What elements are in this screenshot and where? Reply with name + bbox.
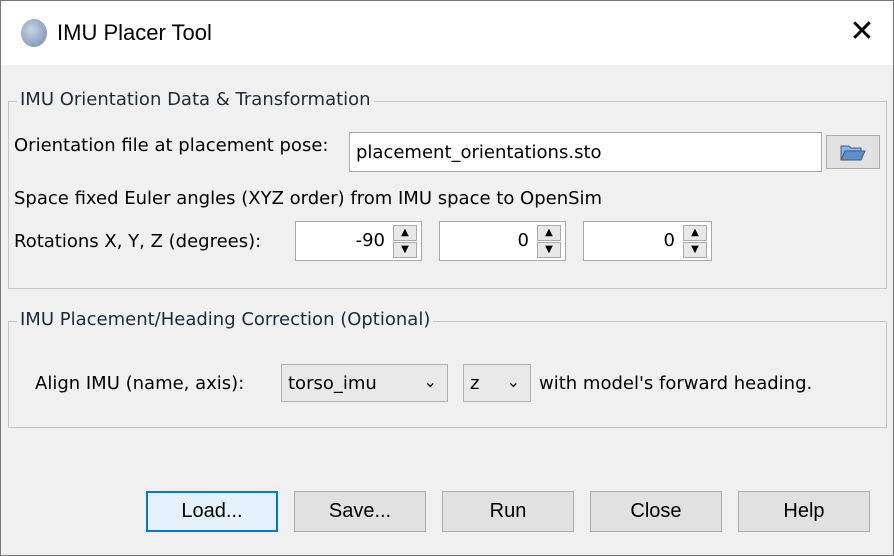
load-button[interactable]: Load... — [146, 491, 278, 532]
folder-icon — [840, 145, 866, 161]
run-button[interactable]: Run — [442, 491, 574, 532]
file-label: Orientation file at placement pose: — [14, 135, 329, 156]
rotation-z-value: 0 — [663, 230, 675, 251]
spin-down-icon[interactable]: ▼ — [537, 242, 561, 258]
spin-down-icon[interactable]: ▼ — [393, 242, 417, 258]
rotations-label: Rotations X, Y, Z (degrees): — [14, 231, 262, 252]
imu-placer-dialog: IMU Placer Tool ✕ IMU Orientation Data &… — [0, 0, 894, 556]
spin-up-icon[interactable]: ▲ — [683, 225, 707, 241]
chevron-down-icon: ⌄ — [423, 372, 437, 391]
rotation-z-spinner[interactable]: 0 ▲ ▼ — [583, 221, 712, 261]
heading-suffix: with model's forward heading. — [539, 373, 813, 394]
help-button[interactable]: Help — [738, 491, 870, 532]
rotation-x-value: -90 — [355, 230, 385, 251]
opensim-logo-icon — [21, 19, 47, 47]
close-button[interactable]: Close — [590, 491, 722, 532]
group-title: IMU Placement/Heading Correction (Option… — [17, 309, 434, 330]
browse-folder-button[interactable] — [826, 135, 880, 169]
euler-note: Space fixed Euler angles (XYZ order) fro… — [14, 188, 603, 209]
group-title: IMU Orientation Data & Transformation — [17, 89, 374, 110]
orientation-file-input[interactable]: placement_orientations.sto — [349, 132, 822, 172]
axis-dropdown[interactable]: z ⌄ — [463, 364, 531, 402]
spin-up-icon[interactable]: ▲ — [537, 225, 561, 241]
rotation-x-spinner[interactable]: -90 ▲ ▼ — [295, 221, 422, 261]
imu-name-value: torso_imu — [288, 373, 377, 394]
save-button[interactable]: Save... — [294, 491, 426, 532]
close-icon[interactable]: ✕ — [847, 17, 877, 47]
axis-value: z — [470, 373, 480, 394]
spin-up-icon[interactable]: ▲ — [393, 225, 417, 241]
align-label: Align IMU (name, axis): — [35, 373, 245, 394]
rotation-y-value: 0 — [517, 230, 529, 251]
imu-name-dropdown[interactable]: torso_imu ⌄ — [281, 364, 448, 402]
chevron-down-icon: ⌄ — [506, 372, 520, 391]
rotation-y-spinner[interactable]: 0 ▲ ▼ — [439, 221, 566, 261]
window-title: IMU Placer Tool — [57, 20, 212, 45]
heading-group: IMU Placement/Heading Correction (Option… — [8, 309, 887, 428]
title-bar: IMU Placer Tool ✕ — [1, 1, 893, 65]
spin-down-icon[interactable]: ▼ — [683, 242, 707, 258]
orientation-group: IMU Orientation Data & Transformation Or… — [8, 89, 887, 289]
